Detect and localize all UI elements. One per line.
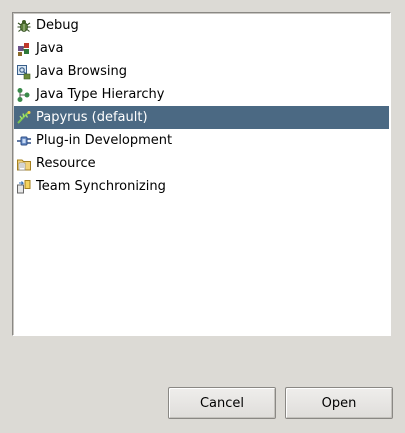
list-item-label: Java Type Hierarchy <box>36 87 165 102</box>
list-item-label: Resource <box>36 156 96 171</box>
list-item-label: Team Synchronizing <box>36 179 166 194</box>
list-item-label: Java Browsing <box>36 64 128 79</box>
plugin-development-icon <box>16 133 32 149</box>
cancel-button[interactable]: Cancel <box>168 387 276 419</box>
papyrus-icon <box>16 110 32 126</box>
type-hierarchy-icon <box>16 87 32 103</box>
list-item-papyrus[interactable]: Papyrus (default) <box>14 106 389 129</box>
list-item-label: Papyrus (default) <box>36 110 148 125</box>
list-item-label: Java <box>36 41 64 56</box>
list-item-debug[interactable]: Debug <box>14 14 389 37</box>
resource-folder-icon <box>16 156 32 172</box>
team-synchronizing-icon <box>16 179 32 195</box>
bug-icon <box>16 18 32 34</box>
list-item-team-synchronizing[interactable]: Team Synchronizing <box>14 175 389 198</box>
list-item-plugin-development[interactable]: Plug-in Development <box>14 129 389 152</box>
java-perspective-icon <box>16 41 32 57</box>
open-button[interactable]: Open <box>285 387 393 419</box>
list-item-java-browsing[interactable]: Java Browsing <box>14 60 389 83</box>
java-browsing-icon <box>16 64 32 80</box>
list-item-java[interactable]: Java <box>14 37 389 60</box>
list-item-java-type-hierarchy[interactable]: Java Type Hierarchy <box>14 83 389 106</box>
list-item-label: Plug-in Development <box>36 133 173 148</box>
list-item-resource[interactable]: Resource <box>14 152 389 175</box>
perspective-list[interactable]: Debug Java Java Browsing Java Type Hiera… <box>12 12 391 336</box>
list-item-label: Debug <box>36 18 79 33</box>
